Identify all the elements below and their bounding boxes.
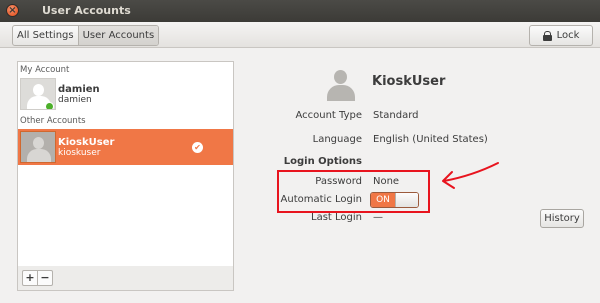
account-name[interactable]: KioskUser — [372, 74, 445, 89]
language-value[interactable]: English (United States) — [373, 134, 488, 145]
last-login-value: — — [373, 212, 383, 223]
highlight-box — [277, 170, 430, 213]
check-icon: ✔ — [192, 142, 203, 153]
breadcrumb-all-settings[interactable]: All Settings — [13, 26, 78, 45]
user-login: kioskuser — [58, 148, 101, 158]
account-type-value[interactable]: Standard — [373, 110, 419, 121]
add-user-button[interactable]: + — [23, 271, 37, 285]
user-avatar-icon — [20, 78, 56, 110]
remove-user-button[interactable]: − — [37, 271, 52, 285]
close-icon[interactable]: × — [6, 4, 19, 17]
user-name: KioskUser — [58, 137, 115, 148]
lock-icon — [542, 30, 552, 41]
login-options-title: Login Options — [283, 156, 362, 167]
title-bar: × User Accounts — [0, 0, 600, 22]
window-title: User Accounts — [42, 4, 131, 17]
breadcrumb-user-accounts[interactable]: User Accounts — [77, 26, 159, 45]
user-login: damien — [58, 95, 92, 105]
lock-button-label: Lock — [556, 30, 580, 41]
account-type-label: Account Type — [295, 110, 362, 121]
accounts-list: My Account damien damien Other Accounts … — [17, 61, 234, 268]
user-avatar-icon[interactable] — [326, 68, 356, 102]
my-account-label: My Account — [20, 65, 70, 75]
add-remove-group: + − — [22, 270, 53, 286]
online-status-icon — [45, 102, 54, 109]
arrow-annotation-icon — [442, 162, 499, 189]
history-button[interactable]: History — [540, 209, 584, 228]
user-avatar-icon — [20, 131, 56, 163]
last-login-label: Last Login — [311, 212, 362, 223]
user-name: damien — [58, 84, 100, 95]
list-toolbar: + − — [17, 266, 234, 291]
list-item-damien[interactable]: damien damien — [18, 76, 233, 112]
breadcrumb: All Settings User Accounts — [12, 25, 160, 46]
list-item-kioskuser[interactable]: KioskUser kioskuser ✔ — [18, 129, 233, 165]
lock-button[interactable]: Lock — [529, 25, 593, 46]
toolbar: All Settings User Accounts Lock — [0, 22, 600, 48]
other-accounts-label: Other Accounts — [20, 116, 86, 126]
language-label: Language — [312, 134, 362, 145]
